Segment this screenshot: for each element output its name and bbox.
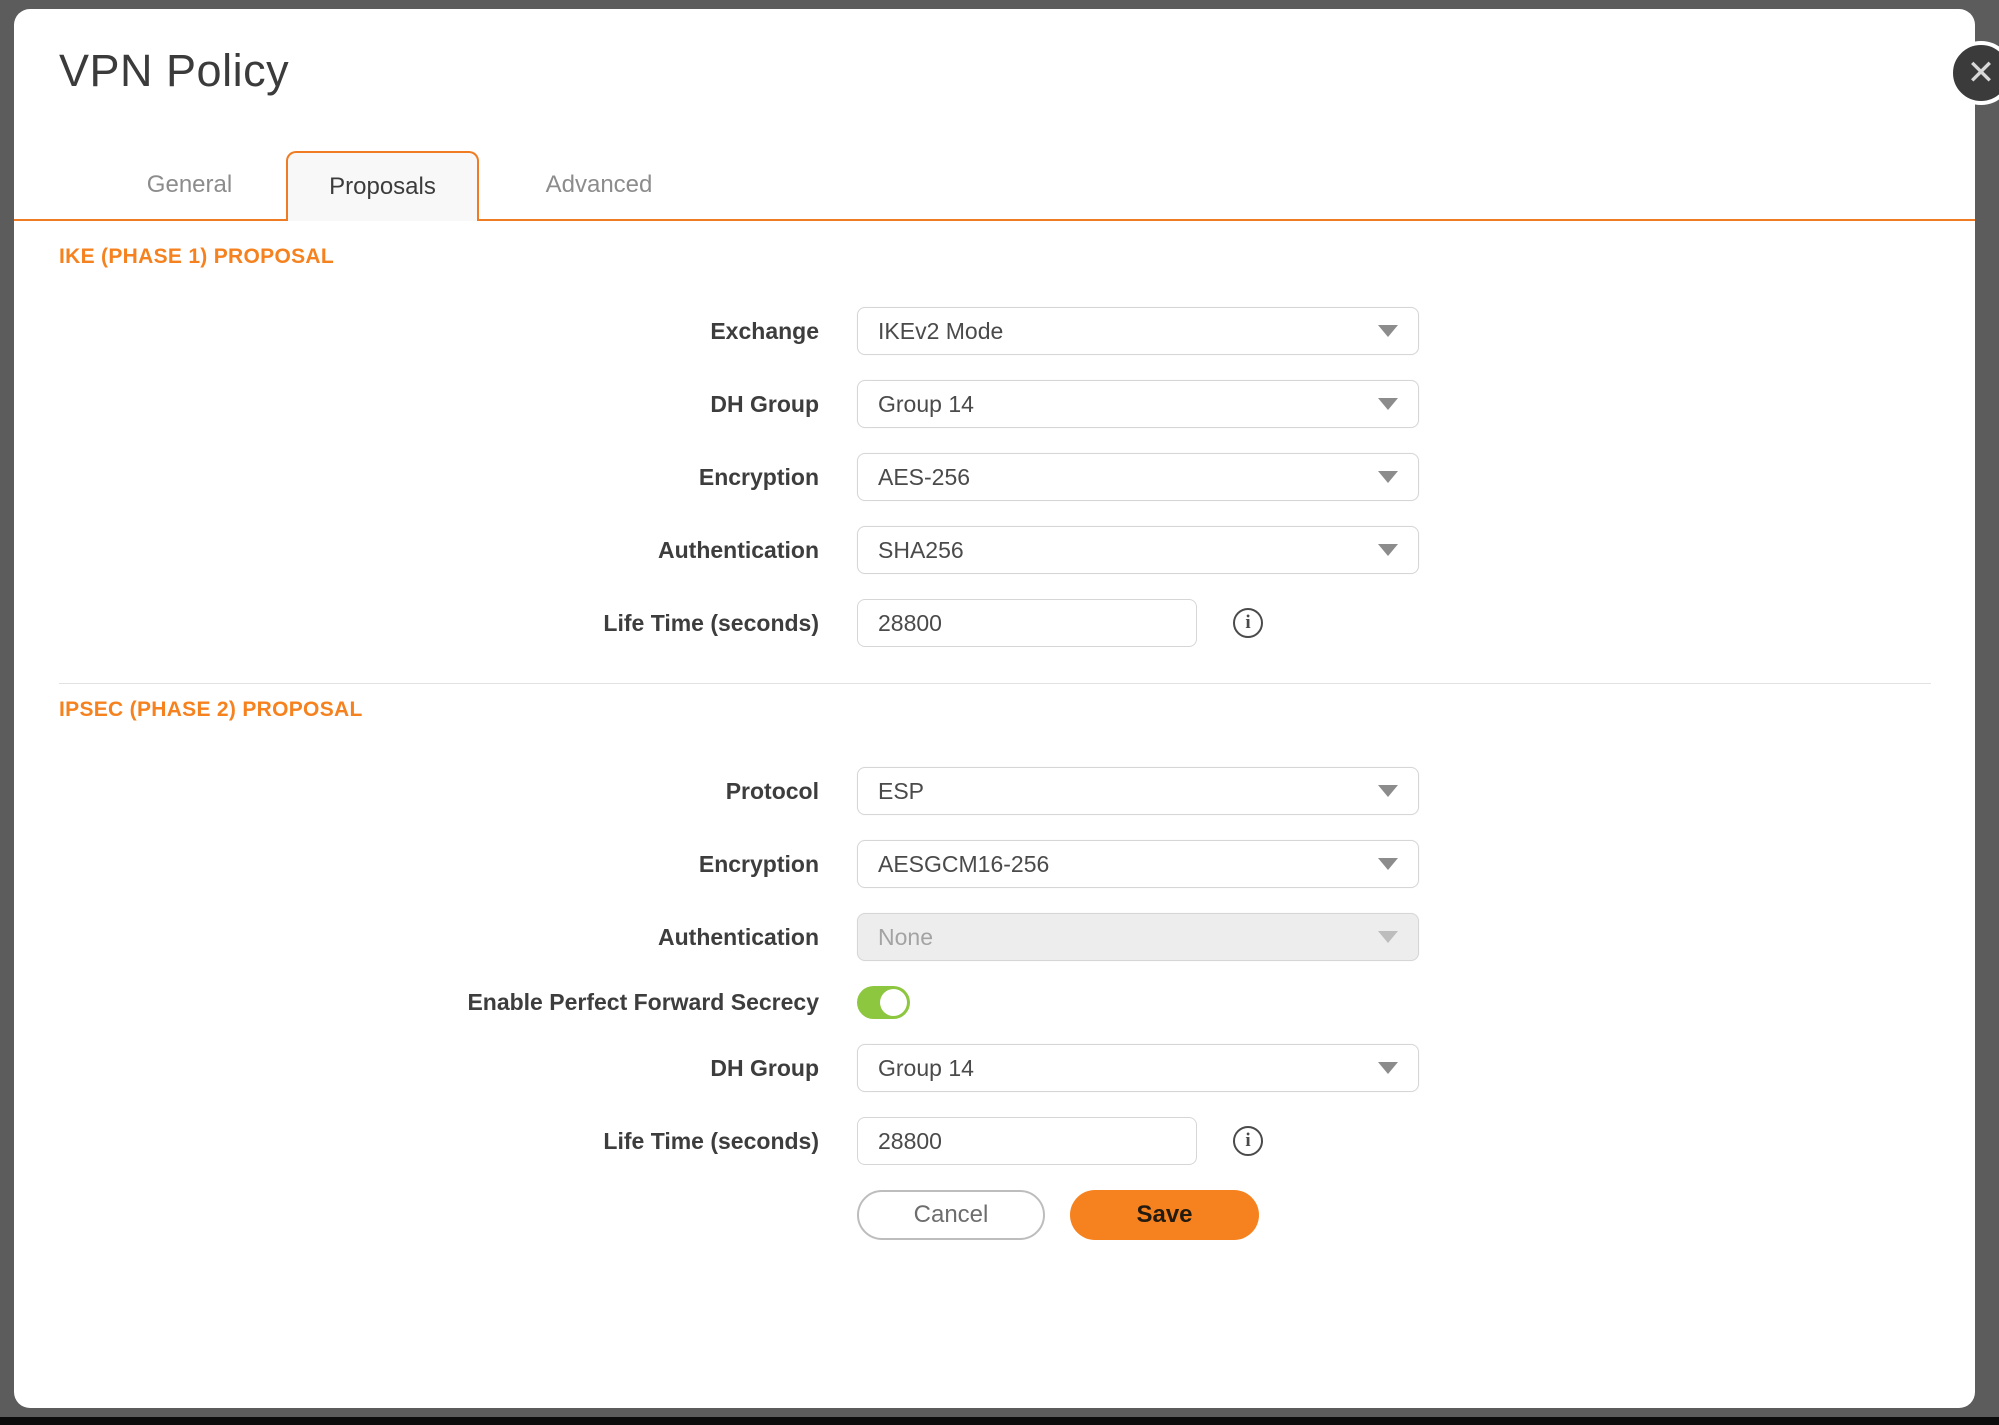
ike-dh-group-row: DH Group Group 14 [59, 380, 1931, 428]
ike-encryption-label: Encryption [59, 464, 819, 491]
tab-advanced[interactable]: Advanced [479, 151, 719, 219]
ike-encryption-row: Encryption AES-256 [59, 453, 1931, 501]
ipsec-encryption-row: Encryption AESGCM16-256 [59, 840, 1931, 888]
ike-dh-group-label: DH Group [59, 391, 819, 418]
chevron-down-icon [1378, 1062, 1398, 1074]
protocol-label: Protocol [59, 778, 819, 805]
section-divider [59, 683, 1931, 684]
ike-authentication-select[interactable]: SHA256 [857, 526, 1419, 574]
ipsec-authentication-label: Authentication [59, 924, 819, 951]
pfs-label: Enable Perfect Forward Secrecy [59, 989, 819, 1016]
ipsec-authentication-row: Authentication None [59, 913, 1931, 961]
protocol-select[interactable]: ESP [857, 767, 1419, 815]
pfs-row: Enable Perfect Forward Secrecy [59, 986, 1931, 1019]
modal-backdrop: ✕ VPN Policy General Proposals Advanced … [0, 0, 1999, 1417]
exchange-select[interactable]: IKEv2 Mode [857, 307, 1419, 355]
ipsec-phase2-heading: IPSEC (PHASE 2) PROPOSAL [59, 698, 1931, 722]
ipsec-encryption-select[interactable]: AESGCM16-256 [857, 840, 1419, 888]
ike-life-time-input[interactable] [857, 599, 1197, 647]
ike-encryption-select[interactable]: AES-256 [857, 453, 1419, 501]
chevron-down-icon [1378, 398, 1398, 410]
ipsec-dh-group-label: DH Group [59, 1055, 819, 1082]
tab-bar-spacer [59, 151, 93, 219]
ipsec-life-time-row: Life Time (seconds) i [59, 1117, 1931, 1165]
ike-life-time-label: Life Time (seconds) [59, 610, 819, 637]
ike-life-time-row: Life Time (seconds) i [59, 599, 1931, 647]
ike-authentication-value: SHA256 [878, 537, 1378, 564]
pfs-toggle[interactable] [857, 986, 910, 1019]
chevron-down-icon [1378, 471, 1398, 483]
chevron-down-icon [1378, 544, 1398, 556]
exchange-value: IKEv2 Mode [878, 318, 1378, 345]
chevron-down-icon [1378, 858, 1398, 870]
ike-authentication-row: Authentication SHA256 [59, 526, 1931, 574]
ipsec-encryption-label: Encryption [59, 851, 819, 878]
ipsec-authentication-select-disabled: None [857, 913, 1419, 961]
protocol-value: ESP [878, 778, 1378, 805]
ipsec-authentication-value: None [878, 924, 1378, 951]
chevron-down-icon [1378, 931, 1398, 943]
ike-encryption-value: AES-256 [878, 464, 1378, 491]
tab-general[interactable]: General [93, 151, 286, 219]
protocol-row: Protocol ESP [59, 767, 1931, 815]
exchange-row: Exchange IKEv2 Mode [59, 307, 1931, 355]
page-title: VPN Policy [59, 45, 1975, 97]
tab-proposals[interactable]: Proposals [286, 151, 479, 221]
ipsec-dh-group-value: Group 14 [878, 1055, 1378, 1082]
ipsec-encryption-value: AESGCM16-256 [878, 851, 1378, 878]
ipsec-dh-group-row: DH Group Group 14 [59, 1044, 1931, 1092]
save-button[interactable]: Save [1070, 1190, 1259, 1240]
ike-authentication-label: Authentication [59, 537, 819, 564]
chevron-down-icon [1378, 785, 1398, 797]
info-icon[interactable]: i [1233, 1126, 1263, 1156]
ipsec-life-time-input[interactable] [857, 1117, 1197, 1165]
pfs-toggle-knob [880, 989, 907, 1016]
ike-dh-group-value: Group 14 [878, 391, 1378, 418]
ike-phase1-heading: IKE (PHASE 1) PROPOSAL [59, 245, 1931, 269]
tab-bar: General Proposals Advanced [14, 151, 1975, 221]
cancel-button[interactable]: Cancel [857, 1190, 1045, 1240]
ipsec-dh-group-select[interactable]: Group 14 [857, 1044, 1419, 1092]
vpn-policy-dialog: ✕ VPN Policy General Proposals Advanced … [14, 9, 1975, 1408]
chevron-down-icon [1378, 325, 1398, 337]
info-icon[interactable]: i [1233, 608, 1263, 638]
ipsec-life-time-label: Life Time (seconds) [59, 1128, 819, 1155]
actions-row: Cancel Save [59, 1190, 1931, 1240]
proposals-panel: IKE (PHASE 1) PROPOSAL Exchange IKEv2 Mo… [14, 245, 1975, 1240]
exchange-label: Exchange [59, 318, 819, 345]
ike-dh-group-select[interactable]: Group 14 [857, 380, 1419, 428]
